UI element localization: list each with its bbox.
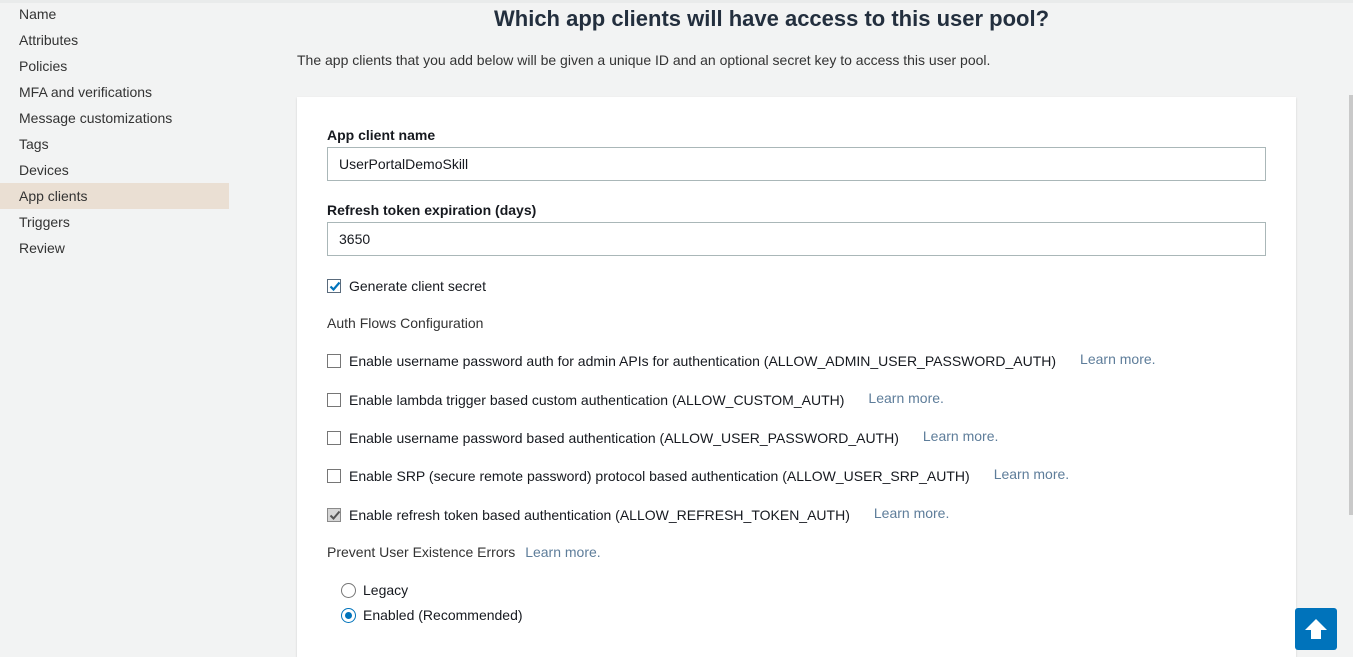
client-name-label: App client name <box>327 127 436 143</box>
prevent-errors-learn-more-link[interactable]: Learn more. <box>525 544 600 560</box>
auth-flow-label: Enable SRP (secure remote password) prot… <box>349 468 970 484</box>
sidebar-item-message-customizations[interactable]: Message customizations <box>0 105 229 131</box>
checkmark-icon <box>329 281 341 292</box>
page-title: Which app clients will have access to th… <box>494 6 1050 31</box>
auth-flow-row: Enable username password auth for admin … <box>327 351 1156 371</box>
sidebar-item-name[interactable]: Name <box>0 1 229 27</box>
page-subtitle: The app clients that you add below will … <box>297 52 991 68</box>
sidebar-item-review[interactable]: Review <box>0 235 229 261</box>
auth-flow-user-password-checkbox[interactable] <box>327 431 341 445</box>
arrow-up-icon <box>1305 619 1327 639</box>
sidebar-item-policies[interactable]: Policies <box>0 53 229 79</box>
learn-more-link[interactable]: Learn more. <box>1080 351 1155 367</box>
generate-secret-checkbox[interactable] <box>327 279 341 293</box>
radio-option-legacy: Legacy <box>341 580 408 600</box>
learn-more-link[interactable]: Learn more. <box>923 428 998 444</box>
auth-flow-label: Enable lambda trigger based custom authe… <box>349 392 845 408</box>
enabled-label: Enabled (Recommended) <box>363 607 523 623</box>
page-scrollbar[interactable] <box>1349 95 1353 515</box>
sidebar-item-triggers[interactable]: Triggers <box>0 209 229 235</box>
auth-flow-label: Enable refresh token based authenticatio… <box>349 507 850 523</box>
prevent-errors-title: Prevent User Existence Errors <box>327 544 516 560</box>
refresh-token-input[interactable] <box>327 222 1266 256</box>
client-name-input[interactable] <box>327 147 1266 181</box>
generate-secret-label: Generate client secret <box>349 278 486 294</box>
auth-flows-title: Auth Flows Configuration <box>327 315 484 331</box>
legacy-label: Legacy <box>363 582 409 598</box>
sidebar-item-app-clients[interactable]: App clients <box>0 183 229 209</box>
sidebar-item-mfa[interactable]: MFA and verifications <box>0 79 229 105</box>
learn-more-link[interactable]: Learn more. <box>874 505 949 521</box>
sidebar-nav: Name Attributes Policies MFA and verific… <box>0 0 240 647</box>
auth-flow-admin-password-checkbox[interactable] <box>327 354 341 368</box>
auth-flow-custom-auth-checkbox[interactable] <box>327 393 341 407</box>
auth-flow-row: Enable SRP (secure remote password) prot… <box>327 466 1069 486</box>
sidebar-item-tags[interactable]: Tags <box>0 131 229 157</box>
sidebar-item-devices[interactable]: Devices <box>0 157 229 183</box>
radio-option-enabled: Enabled (Recommended) <box>341 605 523 625</box>
app-client-form-card: App client name Refresh token expiration… <box>297 97 1296 657</box>
learn-more-link[interactable]: Learn more. <box>994 466 1069 482</box>
refresh-token-label: Refresh token expiration (days) <box>327 202 537 218</box>
legacy-radio[interactable] <box>341 582 356 598</box>
auth-flow-label: Enable username password based authentic… <box>349 430 899 446</box>
enabled-radio[interactable] <box>341 607 356 623</box>
prevent-errors-row: Prevent User Existence Errors Learn more… <box>327 544 601 560</box>
auth-flow-label: Enable username password auth for admin … <box>349 353 1057 369</box>
learn-more-link[interactable]: Learn more. <box>868 390 943 406</box>
auth-flow-row: Enable refresh token based authenticatio… <box>327 505 949 525</box>
checkmark-icon <box>329 510 341 520</box>
auth-flow-srp-checkbox[interactable] <box>327 469 341 483</box>
auth-flow-refresh-token-checkbox[interactable] <box>327 508 341 522</box>
scroll-to-top-button[interactable] <box>1295 608 1337 650</box>
generate-secret-row: Generate client secret <box>327 276 486 296</box>
main-content: Which app clients will have access to th… <box>240 0 1353 657</box>
auth-flow-row: Enable username password based authentic… <box>327 428 998 448</box>
sidebar-item-attributes[interactable]: Attributes <box>0 27 229 53</box>
auth-flow-row: Enable lambda trigger based custom authe… <box>327 390 944 410</box>
